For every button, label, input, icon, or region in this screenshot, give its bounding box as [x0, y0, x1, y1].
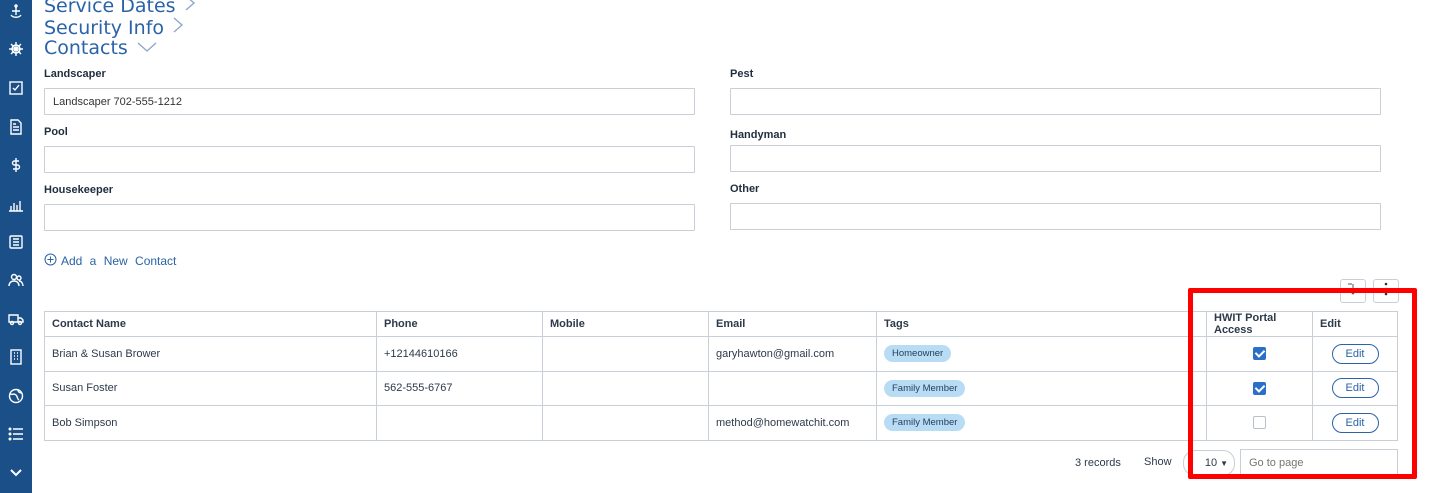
- more-options-button[interactable]: [1373, 279, 1399, 303]
- col-email[interactable]: Email: [708, 311, 877, 337]
- landscaper-input[interactable]: [44, 88, 695, 115]
- col-edit: Edit: [1312, 311, 1398, 337]
- mobile-cell: [542, 336, 709, 372]
- contact-name-cell: Brian & Susan Brower: [44, 336, 377, 372]
- tag-badge: Family Member: [884, 414, 966, 432]
- globe-icon[interactable]: [4, 384, 28, 408]
- edit-cell: Edit: [1312, 336, 1398, 372]
- col-contact-name[interactable]: Contact Name: [44, 311, 377, 337]
- tag-badge: Family Member: [884, 379, 966, 397]
- chevron-down-icon[interactable]: [4, 460, 28, 484]
- document-icon[interactable]: [4, 115, 28, 139]
- housekeeper-label: Housekeeper: [44, 184, 114, 196]
- dollar-icon[interactable]: [4, 153, 28, 177]
- table-row: Bob Simpson method@homewatchit.com Famil…: [44, 405, 1398, 441]
- email-cell: [708, 370, 877, 406]
- page-size-value: 10: [1204, 457, 1218, 469]
- handyman-input[interactable]: [730, 145, 1381, 172]
- mobile-cell: [542, 370, 709, 406]
- edit-button[interactable]: Edit: [1331, 343, 1379, 364]
- housekeeper-input[interactable]: [44, 204, 695, 231]
- go-to-page-input[interactable]: [1240, 449, 1398, 477]
- pool-label: Pool: [44, 126, 68, 138]
- records-count: 3 records: [1075, 457, 1121, 469]
- portal-access-cell: [1206, 370, 1313, 406]
- contacts-label: Contacts: [44, 37, 128, 59]
- caret-down-icon: ▼: [1220, 458, 1228, 468]
- contacts-table: Contact Name Phone Mobile Email Tags HWI…: [44, 311, 1398, 441]
- contacts-section-header[interactable]: Contacts: [44, 37, 158, 59]
- ship-icon[interactable]: [4, 0, 28, 24]
- portal-access-checkbox[interactable]: [1253, 347, 1266, 361]
- pool-input[interactable]: [44, 146, 695, 173]
- pest-label: Pest: [730, 68, 754, 80]
- service-dates-link[interactable]: Service Dates: [44, 0, 196, 17]
- add-contact-link[interactable]: Add a New Contact: [44, 253, 176, 269]
- chevron-right-icon: [172, 16, 184, 39]
- portal-access-checkbox[interactable]: [1253, 416, 1266, 430]
- sort-button[interactable]: [1340, 279, 1366, 303]
- list-icon[interactable]: [4, 230, 28, 254]
- vertical-dots-icon: [1384, 282, 1388, 301]
- phone-cell: 562-555-6767: [376, 370, 543, 406]
- truck-icon[interactable]: [4, 307, 28, 331]
- show-label: Show: [1144, 456, 1172, 468]
- tag-badge: Homeowner: [884, 345, 952, 363]
- sort-arrow-icon: [1347, 282, 1359, 300]
- portal-access-cell: [1206, 405, 1313, 441]
- chart-icon[interactable]: [4, 193, 28, 217]
- col-tags[interactable]: Tags: [876, 311, 1207, 337]
- chevron-right-icon: [184, 0, 196, 17]
- page-size-select[interactable]: 10 ▼: [1183, 450, 1235, 476]
- edit-button[interactable]: Edit: [1331, 378, 1379, 399]
- col-phone[interactable]: Phone: [376, 311, 543, 337]
- email-cell: garyhawton@gmail.com: [708, 336, 877, 372]
- sidebar: [0, 0, 32, 493]
- edit-button[interactable]: Edit: [1331, 412, 1379, 433]
- mobile-cell: [542, 405, 709, 441]
- table-row: Brian & Susan Brower +12144610166 garyha…: [44, 336, 1398, 372]
- portal-access-checkbox[interactable]: [1253, 381, 1266, 395]
- phone-cell: +12144610166: [376, 336, 543, 372]
- portal-access-cell: [1206, 336, 1313, 372]
- handyman-label: Handyman: [730, 129, 787, 141]
- table-header-row: Contact Name Phone Mobile Email Tags HWI…: [44, 311, 1398, 337]
- landscaper-label: Landscaper: [44, 68, 106, 80]
- security-info-label: Security Info: [44, 16, 165, 39]
- pest-input[interactable]: [730, 88, 1381, 115]
- chevron-down-icon: [136, 37, 158, 59]
- col-hwit-portal-access[interactable]: HWIT Portal Access: [1206, 311, 1313, 337]
- tags-cell: Family Member: [876, 370, 1207, 406]
- email-cell: method@homewatchit.com: [708, 405, 877, 441]
- table-row: Susan Foster 562-555-6767 Family Member …: [44, 370, 1398, 406]
- helm-icon[interactable]: [4, 37, 28, 61]
- building-icon[interactable]: [4, 345, 28, 369]
- people-icon[interactable]: [4, 268, 28, 292]
- tags-cell: Family Member: [876, 405, 1207, 441]
- security-info-link[interactable]: Security Info: [44, 16, 184, 39]
- tags-cell: Homeowner: [876, 336, 1207, 372]
- add-contact-label: Add a New Contact: [61, 254, 177, 268]
- contact-name-cell: Susan Foster: [44, 370, 377, 406]
- contact-name-cell: Bob Simpson: [44, 405, 377, 441]
- service-dates-label: Service Dates: [44, 0, 176, 17]
- plus-circle-icon: [44, 253, 57, 269]
- other-input[interactable]: [730, 203, 1381, 230]
- other-label: Other: [730, 183, 760, 195]
- phone-cell: [376, 405, 543, 441]
- checkbox-icon[interactable]: [4, 76, 28, 100]
- edit-cell: Edit: [1312, 405, 1398, 441]
- edit-cell: Edit: [1312, 370, 1398, 406]
- menu-list-icon[interactable]: [4, 422, 28, 446]
- col-mobile[interactable]: Mobile: [542, 311, 709, 337]
